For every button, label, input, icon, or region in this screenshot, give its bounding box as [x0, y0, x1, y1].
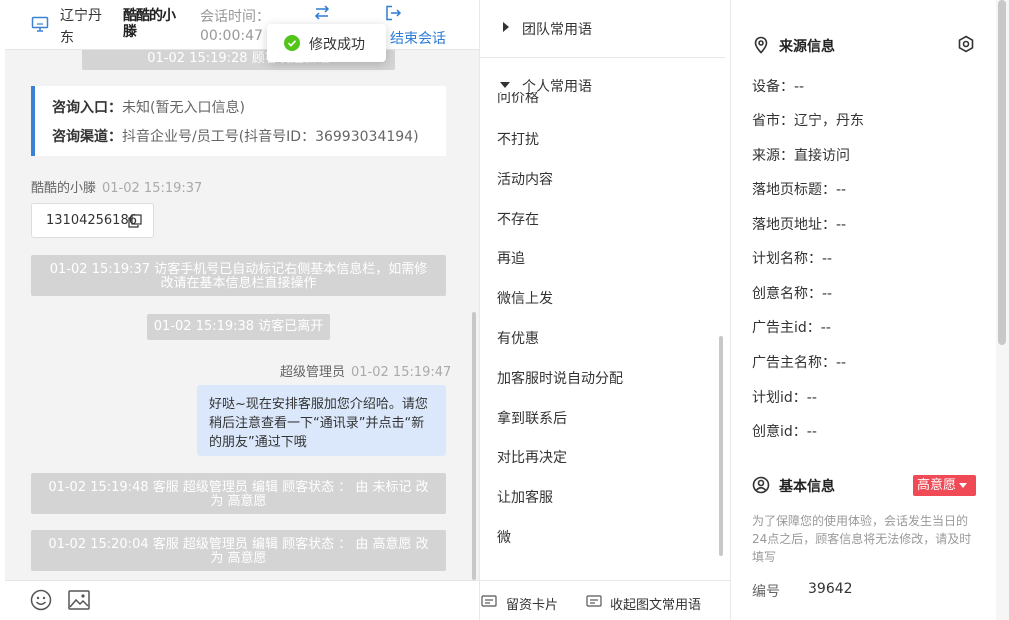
caret-right-icon[interactable] — [503, 22, 509, 32]
source-field-city: 省市：辽宁，丹东 — [752, 113, 864, 129]
message-time: 01-02 15:19:47 — [351, 365, 452, 380]
channel-label: 咨询渠道： — [52, 129, 122, 145]
agent-message-meta: 超级管理员 01-02 15:19:47 — [280, 361, 451, 380]
system-message-visitor-left: 01-02 15:19:38 访客已离开 — [147, 314, 330, 340]
phone-message-bubble: 13104256186 — [31, 203, 154, 238]
inquiry-info-card: 咨询入口：未知(暂无入口信息) 咨询渠道：抖音企业号/员工号(抖音号ID：369… — [31, 86, 446, 156]
intent-status-label: 高意愿 — [917, 478, 957, 493]
system-message-phone-tagged: 01-02 15:19:37 访客手机号已自动标记右侧基本信息栏，如需修改请在基… — [31, 255, 446, 296]
visitor-id-label: 编号 — [752, 584, 780, 600]
source-info-title: 来源信息 — [779, 39, 835, 55]
phrase-item[interactable]: 微信上发 — [497, 288, 553, 308]
location-pin-icon — [754, 36, 768, 54]
phrase-item[interactable]: 让加客服 — [497, 487, 553, 507]
basic-info-title: 基本信息 — [779, 479, 835, 495]
panel-edge — [0, 0, 5, 620]
visitor-location: 辽宁丹东 — [60, 8, 102, 46]
channel-row: 咨询渠道：抖音企业号/员工号(抖音号ID：36993034194) — [52, 126, 419, 146]
chevron-down-icon — [959, 483, 968, 488]
phrase-item[interactable]: 不打扰 — [497, 129, 539, 149]
source-field-landing-title: 落地页标题：-- — [752, 182, 847, 198]
copy-icon[interactable] — [128, 214, 142, 228]
source-field-device: 设备：-- — [752, 79, 805, 95]
info-scrollbar[interactable] — [998, 0, 1006, 345]
system-message-status-edit: 01-02 15:19:48 客服 超级管理员 编辑 顾客状态 ： 由 未标记 … — [31, 473, 446, 514]
visitor-name: 酷酷的小滕 — [123, 8, 176, 40]
phrase-item[interactable]: 问价格 — [497, 92, 539, 104]
caret-down-icon[interactable] — [500, 82, 510, 88]
entry-label: 咨询入口： — [52, 100, 122, 116]
source-field-advertiser-id: 广告主id：-- — [752, 320, 831, 336]
chat-workspace: 01-02 15:19:28 顾客发起会话 辽宁丹东 酷酷的小滕 会话时间： 0… — [0, 0, 1009, 620]
end-session-button[interactable]: 结束会话 — [390, 28, 446, 48]
settings-hex-icon[interactable] — [957, 35, 975, 53]
lead-card-button[interactable]: 留资卡片 — [506, 594, 558, 613]
phrase-item[interactable]: 再追 — [497, 248, 525, 268]
user-circle-icon — [752, 476, 770, 494]
phone-number: 13104256186 — [46, 213, 137, 228]
image-icon[interactable] — [68, 590, 90, 610]
transfer-icon[interactable] — [313, 4, 331, 22]
visitor-info-panel: 来源信息 设备：-- 省市：辽宁，丹东 来源：直接访问 落地页标题：-- 落地页… — [731, 0, 1009, 620]
message-sender: 超级管理员 — [280, 365, 346, 380]
phrase-item[interactable]: 加客服时说自动分配 — [497, 368, 623, 388]
phrase-item[interactable]: 活动内容 — [497, 169, 553, 189]
source-field-creative-name: 创意名称：-- — [752, 286, 833, 302]
edit-deadline-notice: 为了保障您的使用体验，会话发生当日的24点之后，顾客信息将无法修改，请及时填写 — [752, 514, 972, 564]
source-field-creative-id: 创意id：-- — [752, 424, 817, 440]
agent-message-bubble: 好哒~现在安排客服加您介绍哈。请您稍后注意查看一下“通讯录”并点击“新的朋友”通… — [197, 385, 446, 456]
common-phrases-panel: 团队常用语 个人常用语 问价格 不打扰 活动内容 不存在 再追 微信上发 有优惠… — [479, 0, 731, 620]
source-field-plan-id: 计划id：-- — [752, 390, 817, 406]
message-sender: 酷酷的小滕 — [31, 181, 97, 196]
phrase-item[interactable]: 有优惠 — [497, 328, 539, 348]
session-time-label: 会话时间： — [200, 9, 270, 25]
collapse-rich-phrases-button[interactable]: 收起图文常用语 — [610, 594, 701, 613]
toast-message: 修改成功 — [309, 37, 365, 53]
exit-icon[interactable] — [384, 4, 402, 22]
system-message-status-edit: 01-02 15:20:04 客服 超级管理员 编辑 顾客状态 ： 由 高意愿 … — [31, 530, 446, 571]
entry-row: 咨询入口：未知(暂无入口信息) — [52, 97, 245, 117]
message-icon[interactable] — [586, 595, 602, 609]
message-time: 01-02 15:19:37 — [102, 181, 203, 196]
source-field-plan-name: 计划名称：-- — [752, 251, 833, 267]
monitor-icon — [31, 16, 49, 32]
chat-panel: 01-02 15:19:28 顾客发起会话 辽宁丹东 酷酷的小滕 会话时间： 0… — [0, 0, 479, 620]
success-toast: 修改成功 — [267, 24, 386, 62]
check-circle-icon — [284, 35, 300, 51]
visitor-message-meta: 酷酷的小滕 01-02 15:19:37 — [31, 177, 202, 196]
phrase-item[interactable]: 微 — [497, 527, 511, 547]
phrase-item[interactable]: 拿到联系后 — [497, 408, 567, 428]
emoji-icon[interactable] — [30, 589, 52, 611]
phrases-footer: 留资卡片 收起图文常用语 — [480, 580, 730, 620]
source-field-source: 来源：直接访问 — [752, 148, 850, 164]
chat-scrollbar[interactable] — [472, 312, 476, 580]
phrase-item[interactable]: 不存在 — [497, 209, 539, 229]
phrase-item[interactable]: 对比再决定 — [497, 447, 567, 467]
channel-value: 抖音企业号/员工号(抖音号ID：36993034194) — [122, 129, 419, 145]
entry-value: 未知(暂无入口信息) — [122, 100, 245, 116]
phrases-scrollbar[interactable] — [719, 336, 723, 556]
group-divider — [480, 57, 725, 58]
chat-header: 辽宁丹东 酷酷的小滕 会话时间： 00:00:47 结束会话 — [5, 0, 479, 50]
intent-status-dropdown[interactable]: 高意愿 — [913, 475, 976, 496]
card-icon[interactable] — [481, 595, 497, 609]
visitor-id-value: 39642 — [808, 581, 853, 597]
team-phrases-group[interactable]: 团队常用语 — [522, 19, 592, 39]
source-field-landing-url: 落地页地址：-- — [752, 217, 847, 233]
chat-toolbar — [5, 580, 479, 620]
session-duration: 00:00:47 — [200, 28, 263, 44]
source-field-advertiser-name: 广告主名称：-- — [752, 355, 847, 371]
